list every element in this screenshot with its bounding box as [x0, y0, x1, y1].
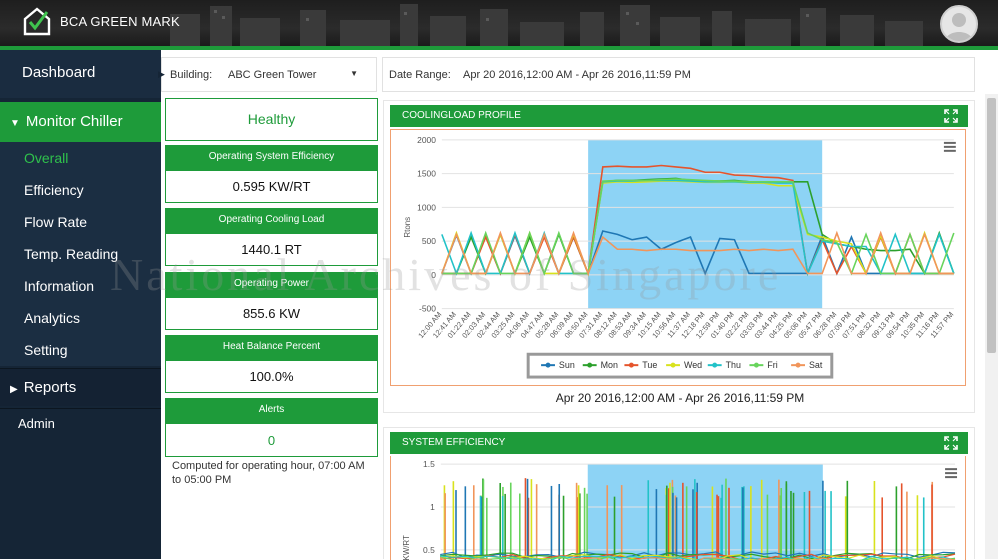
legend-label[interactable]: Sat [809, 360, 823, 370]
house-check-icon [23, 7, 51, 36]
expand-icon[interactable] [944, 436, 958, 450]
legend-marker [795, 362, 801, 368]
legend-label[interactable]: Tue [642, 360, 657, 370]
dropdown-arrow-icon: ▼ [350, 69, 358, 78]
sidebar-item-overall[interactable]: Overall [0, 142, 161, 174]
sidebar-item-flow-rate[interactable]: Flow Rate [0, 206, 161, 238]
building-select-value: ABC Green Tower [228, 69, 317, 81]
operating-hour-note: Computed for operating hour, 07:00 AM to… [172, 460, 365, 486]
heat-balance-header: Heat Balance Percent [165, 335, 378, 361]
y-tick-label: 1000 [417, 202, 436, 212]
x-tick-labels: 12:00 AM12:41 AM01:22 AM02:03 AM02:44 AM… [416, 310, 955, 340]
legend-marker [753, 362, 759, 368]
y-tick-labels: 2000 1500 1000 500 0 -500 [417, 135, 436, 314]
sidebar-submenu: Overall Efficiency Flow Rate Temp. Readi… [0, 142, 161, 366]
status-card: Healthy [165, 98, 378, 141]
date-range-label: Date Range: [389, 69, 451, 81]
sidebar-item-temp-reading[interactable]: Temp. Reading [0, 238, 161, 270]
highlight-band [587, 464, 823, 560]
sidebar-item-label: Monitor Chiller [25, 113, 123, 130]
caret-right-icon: ▶ [10, 384, 18, 395]
legend-marker [712, 362, 718, 368]
panel-title: SYSTEM EFFICIENCY [402, 437, 506, 448]
legend-marker [587, 362, 593, 368]
system-efficiency-chart: 1.5 1 0.5 KW/RT [390, 456, 966, 560]
date-range-input[interactable]: Apr 20 2016,12:00 AM - Apr 26 2016,11:59… [463, 69, 691, 81]
sidebar-item-analytics[interactable]: Analytics [0, 302, 161, 334]
chart-menu-icon[interactable] [945, 468, 958, 479]
legend-label[interactable]: Fri [767, 360, 777, 370]
building-label: Building: [170, 69, 213, 81]
operating-power-header: Operating Power [165, 272, 378, 298]
legend-marker [628, 362, 634, 368]
system-efficiency-panel: SYSTEM EFFICIENCY 1.5 1 0.5 KW/RT [383, 427, 975, 560]
system-efficiency-panel-header: SYSTEM EFFICIENCY [390, 432, 968, 454]
sidebar: Dashboard ▼ Monitor Chiller Overall Effic… [0, 50, 161, 559]
legend-label[interactable]: Wed [684, 360, 702, 370]
sidebar-item-efficiency[interactable]: Efficiency [0, 174, 161, 206]
building-filter: ▶ Building: ABC Green Tower ▼ [158, 57, 377, 92]
cooling-load-value: 1440.1 RT [165, 234, 378, 266]
y-axis-label: Rtons [403, 217, 412, 238]
coolingload-chart: 12:00 AM12:41 AM01:22 AM02:03 AM02:44 AM… [390, 129, 966, 386]
sidebar-item-dashboard[interactable]: Dashboard [0, 50, 161, 98]
y-axis-label: KW/RT [402, 535, 411, 560]
operating-power-value: 855.6 KW [165, 298, 378, 330]
page-scrollbar[interactable] [985, 94, 998, 559]
y-tick-label: 1 [430, 502, 435, 512]
efficiency-value: 0.595 KW/RT [165, 171, 378, 203]
legend-marker [670, 362, 676, 368]
sidebar-item-reports[interactable]: ▶ Reports [0, 368, 161, 406]
sidebar-item-admin[interactable]: Admin [0, 408, 161, 438]
caret-down-icon: ▼ [10, 118, 20, 129]
sidebar-item-label: Reports [23, 379, 77, 396]
expand-icon[interactable] [944, 109, 958, 123]
y-tick-label: 1500 [417, 169, 436, 179]
sidebar-item-setting[interactable]: Setting [0, 334, 161, 366]
cooling-load-header: Operating Cooling Load [165, 208, 378, 234]
top-header: BCA GREEN MARK [0, 0, 998, 47]
y-tick-label: 1.5 [423, 459, 435, 469]
panel-title: COOLINGLOAD PROFILE [402, 110, 521, 121]
efficiency-header: Operating System Efficiency [165, 145, 378, 171]
alerts-header: Alerts [165, 398, 378, 424]
chart-footer-date: Apr 20 2016,12:00 AM - Apr 26 2016,11:59… [555, 391, 805, 405]
y-tick-label: -500 [419, 304, 436, 314]
y-tick-label: 500 [422, 236, 436, 246]
scrollbar-thumb[interactable] [987, 98, 996, 353]
chart-menu-icon[interactable] [943, 141, 956, 152]
user-avatar[interactable] [940, 5, 978, 43]
brand-name: BCA GREEN MARK [60, 13, 180, 29]
coolingload-panel: COOLINGLOAD PROFILE 12:00 AM 12:41 AM 01:2… [383, 100, 975, 413]
brand-logo[interactable]: BCA GREEN MARK [22, 6, 180, 36]
highlight-band [588, 139, 823, 309]
status-text: Healthy [247, 111, 296, 127]
coolingload-panel-header: COOLINGLOAD PROFILE [390, 105, 968, 127]
legend-marker [545, 362, 551, 368]
legend-label[interactable]: Mon [601, 360, 618, 370]
caret-right-icon: ▶ [158, 69, 165, 79]
y-tick-label: 0.5 [423, 545, 435, 555]
y-tick-label: 2000 [417, 135, 436, 145]
series-lines [440, 478, 956, 560]
alerts-value[interactable]: 0 [165, 424, 378, 457]
y-tick-labels: 1.5 1 0.5 [423, 459, 435, 555]
date-range-filter: Date Range: Apr 20 2016,12:00 AM - Apr 2… [382, 57, 975, 92]
y-tick-label: 0 [431, 270, 436, 280]
legend-label[interactable]: Sun [559, 360, 575, 370]
building-select[interactable]: ABC Green Tower ▼ [226, 64, 366, 86]
user-icon [945, 13, 973, 41]
legend-label[interactable]: Thu [726, 360, 741, 370]
sidebar-item-monitor-chiller[interactable]: ▼ Monitor Chiller [0, 102, 161, 142]
sidebar-item-information[interactable]: Information [0, 270, 161, 302]
heat-balance-value: 100.0% [165, 361, 378, 393]
